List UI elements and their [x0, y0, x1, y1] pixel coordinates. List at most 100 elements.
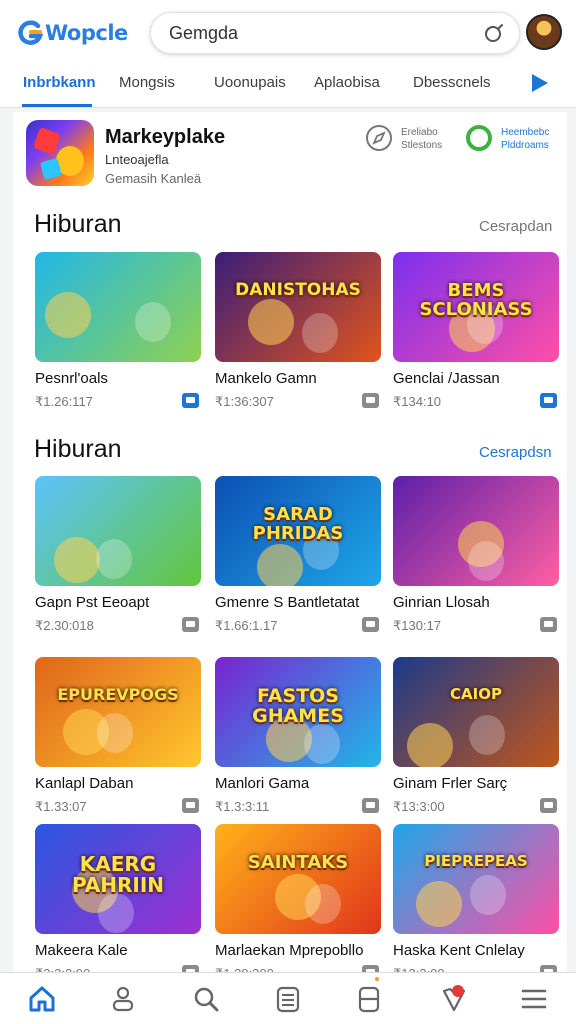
section-title-2: Hiburan: [34, 435, 122, 463]
game-thumbnail[interactable]: DANISTOHAS: [215, 252, 381, 362]
game-thumbnail[interactable]: CAIOP: [393, 657, 559, 767]
profile-icon[interactable]: [107, 983, 139, 1015]
game-name[interactable]: Ginam Frler Sarç: [393, 775, 559, 792]
game-meta: ₹1:36:307: [215, 393, 381, 411]
tab-2[interactable]: Uoonupais: [214, 74, 286, 91]
game-name[interactable]: Marlaekan Mprepobllo: [215, 942, 381, 959]
game-art-title: SARAD PHRIDAS: [252, 504, 344, 544]
game-thumbnail[interactable]: SAINTAKS: [215, 824, 381, 934]
game-thumbnail[interactable]: BEMS SCLONIASS: [393, 252, 559, 362]
compass-icon: [366, 125, 392, 151]
game-name[interactable]: Ginrian Llosah: [393, 594, 559, 611]
game-art-title: SAINTAKS: [247, 852, 349, 873]
game-tile[interactable]: PIEPREPEASHaska Kent Cnlelay₹13:3:00: [393, 824, 559, 983]
voice-search-icon[interactable]: [481, 21, 507, 47]
game-name[interactable]: Gapn Pst Eeoapt: [35, 594, 201, 611]
bottom-nav: [0, 972, 576, 1024]
game-meta: ₹2.30:018: [35, 617, 201, 635]
section-link-2[interactable]: Cesrapdsn: [479, 444, 552, 461]
document-icon[interactable]: [272, 983, 304, 1015]
category-tabs: Inbrbkann Mongsis Uoonupais Aplaobisa Db…: [0, 66, 576, 108]
tab-3[interactable]: Aplaobisa: [314, 74, 380, 91]
game-tile[interactable]: SARAD PHRIDAS Gmenre S Bantletatat ₹1.66:1…: [215, 476, 381, 635]
badge-line1: Ereliabo: [401, 127, 438, 138]
game-meta: ₹1.33:07: [35, 798, 201, 816]
game-thumbnail[interactable]: SARAD PHRIDAS: [215, 476, 381, 586]
game-price: ₹1:36:307: [215, 394, 274, 409]
tab-1[interactable]: Mongsis: [119, 74, 175, 91]
game-thumbnail[interactable]: [35, 476, 201, 586]
search-icon[interactable]: [190, 983, 222, 1015]
game-name[interactable]: Genclai /Jassan: [393, 370, 559, 387]
tab-0[interactable]: Inbrbkann: [23, 74, 96, 91]
install-icon[interactable]: [362, 617, 379, 632]
game-name[interactable]: Manlori Gama: [215, 775, 381, 792]
install-icon[interactable]: [540, 393, 557, 408]
section-link-1[interactable]: Cesrapdan: [479, 218, 552, 235]
home-icon[interactable]: [26, 983, 58, 1015]
install-icon[interactable]: [182, 393, 199, 408]
game-name[interactable]: Gmenre S Bantletatat: [215, 594, 381, 611]
game-tile[interactable]: DANISTOHAS Mankelo Gamn ₹1:36:307: [215, 252, 381, 411]
game-price: ₹134:10: [393, 394, 442, 409]
install-icon[interactable]: [540, 798, 557, 813]
game-tile[interactable]: Ginrian Llosah ₹130:17: [393, 476, 559, 635]
top-bar: Wopcle: [0, 0, 576, 66]
game-tile[interactable]: CAIOP Ginam Frler Sarç ₹13:3:00: [393, 657, 559, 816]
game-tile[interactable]: Gapn Pst Eeoapt ₹2.30:018: [35, 476, 201, 635]
game-price: ₹1.33:07: [35, 799, 87, 814]
bookmark-icon[interactable]: [353, 983, 385, 1015]
game-tile[interactable]: BEMS SCLONIASS Genclai /Jassan ₹134:10: [393, 252, 559, 411]
search-input[interactable]: [169, 13, 459, 53]
game-thumbnail[interactable]: [35, 252, 201, 362]
game-name[interactable]: Haska Kent Cnlelay: [393, 942, 559, 959]
game-art-title: BEMS SCLONIASS: [419, 280, 533, 320]
game-meta: ₹13:3:00: [393, 798, 559, 816]
game-thumbnail[interactable]: KAERG PAHRIIN: [35, 824, 201, 934]
app-icon[interactable]: [26, 120, 94, 186]
nav-indicator-dot: [375, 977, 379, 981]
game-tile[interactable]: EPUREVPOGS Kanlapl Daban ₹1.33:07: [35, 657, 201, 816]
game-thumbnail[interactable]: EPUREVPOGS: [35, 657, 201, 767]
install-icon[interactable]: [182, 798, 199, 813]
game-art-title: DANISTOHAS: [235, 280, 361, 300]
app-caption: Gemasih Kanleä: [105, 171, 202, 186]
game-name[interactable]: Pesnrl'oals: [35, 370, 201, 387]
tab-4[interactable]: Dbesscnels: [413, 74, 491, 91]
install-icon[interactable]: [182, 617, 199, 632]
game-name[interactable]: Mankelo Gamn: [215, 370, 381, 387]
game-tile[interactable]: SAINTAKSMarlaekan Mprepobllo₹1.39:300: [215, 824, 381, 983]
game-art-title: KAERG PAHRIIN: [71, 852, 165, 897]
install-icon[interactable]: [362, 393, 379, 408]
badge-line2: Plddroams: [501, 140, 549, 151]
game-thumbnail[interactable]: PIEPREPEAS: [393, 824, 559, 934]
game-name[interactable]: Kanlapl Daban: [35, 775, 201, 792]
active-tab-indicator: [22, 104, 92, 107]
game-price: ₹1.66:1.17: [215, 618, 278, 633]
menu-icon[interactable]: [518, 983, 550, 1015]
badge-line1: Heembebc: [501, 127, 550, 138]
avatar[interactable]: [526, 14, 562, 50]
game-price: ₹1.26:117: [35, 394, 93, 409]
section-title-1: Hiburan: [34, 210, 122, 238]
game-meta: ₹1.3:3:11: [215, 798, 381, 816]
install-icon[interactable]: [540, 617, 557, 632]
app-title: Markeyplake: [105, 126, 226, 148]
game-tile[interactable]: KAERG PAHRIINMakeera Kale₹3:3:3:90: [35, 824, 201, 983]
badge-line2: Stlestons: [401, 140, 443, 151]
game-name[interactable]: Makeera Kale: [35, 942, 201, 959]
game-thumbnail[interactable]: [393, 476, 559, 586]
app-logo[interactable]: Wopcle: [18, 18, 128, 48]
install-icon[interactable]: [362, 798, 379, 813]
game-meta: ₹1.66:1.17: [215, 617, 381, 635]
game-tile[interactable]: Pesnrl'oals ₹1.26:117: [35, 252, 201, 411]
game-tile[interactable]: FASTOS GHAMES Manlori Gama ₹1.3:3:11: [215, 657, 381, 816]
scroll-right-arrow-icon[interactable]: [528, 72, 550, 94]
game-art-title: CAIOP: [450, 685, 502, 703]
search-bar[interactable]: [150, 12, 520, 54]
game-thumbnail[interactable]: FASTOS GHAMES: [215, 657, 381, 767]
shield-check-icon: [466, 125, 492, 151]
game-price: ₹13:3:00: [393, 799, 445, 814]
app-subtitle: Lnteoajefla: [105, 152, 169, 167]
logo-text: Wopcle: [45, 21, 128, 45]
